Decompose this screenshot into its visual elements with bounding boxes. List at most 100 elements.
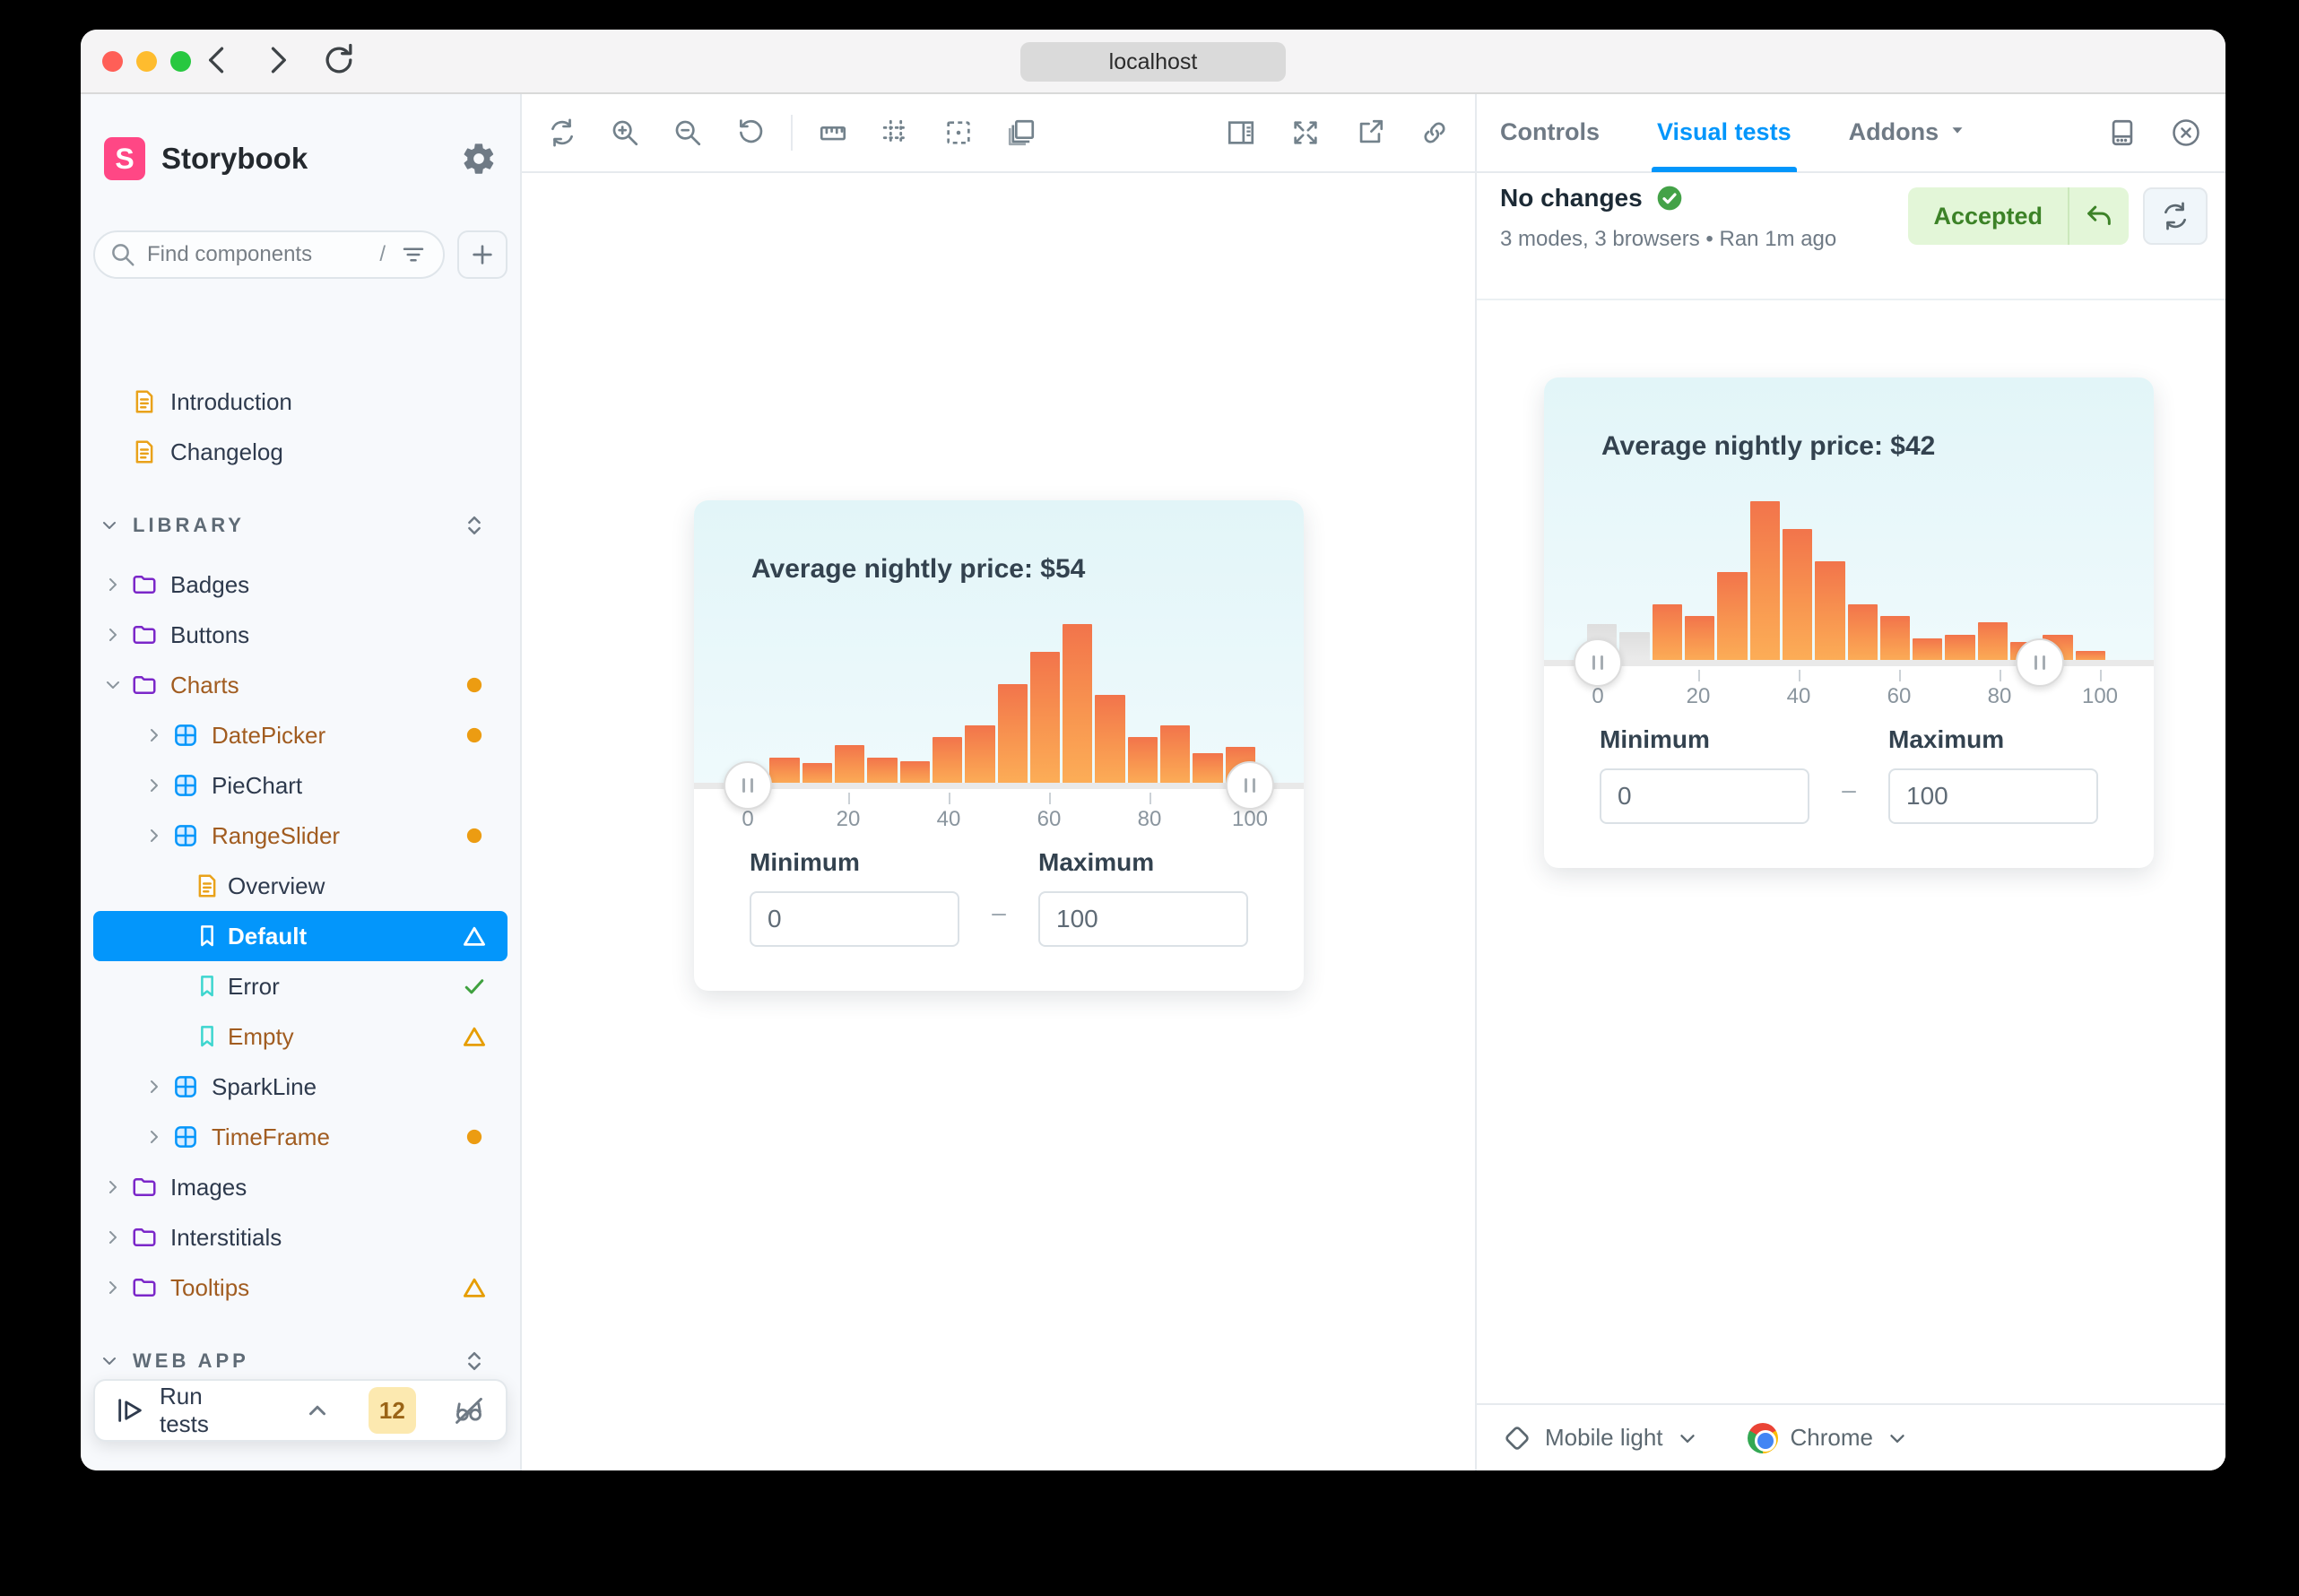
panel-position-icon[interactable] (2107, 117, 2138, 148)
story-stage: Average nightly price: $54 0 20 40 60 80 100 … (522, 173, 1475, 1470)
sidebar-item-rangeslider[interactable]: RangeSlider (93, 811, 508, 861)
open-new-tab-icon[interactable] (1355, 117, 1385, 148)
chevron-down-icon[interactable] (99, 1350, 120, 1372)
undo-accept-icon[interactable] (2069, 201, 2129, 231)
min-slider-handle[interactable] (724, 761, 772, 810)
maximum-input[interactable] (1038, 891, 1248, 947)
create-story-button[interactable] (457, 230, 508, 279)
sidebar-item-changelog[interactable]: Changelog (93, 427, 508, 477)
reset-zoom-icon[interactable] (735, 117, 766, 148)
run-tests-play-icon[interactable] (115, 1395, 145, 1426)
close-panel-icon[interactable] (2170, 117, 2202, 149)
chevron-down-icon[interactable] (99, 515, 120, 536)
zoom-out-icon[interactable] (672, 117, 703, 148)
chevron-right-icon[interactable] (143, 775, 165, 796)
sidebar-item-buttons[interactable]: Buttons (93, 610, 508, 660)
settings-gear-icon[interactable] (461, 141, 497, 177)
chevron-right-icon[interactable] (143, 724, 165, 746)
axis-label: 80 (1987, 684, 2012, 708)
accepted-button[interactable]: Accepted (1908, 187, 2129, 245)
sidebar-item-interstitials[interactable]: Interstitials (93, 1212, 508, 1262)
sidebar-item-default[interactable]: Default (93, 911, 508, 961)
section-header-library[interactable]: LIBRARY (93, 500, 508, 551)
change-dot-icon (461, 822, 488, 849)
browser-selector[interactable]: Chrome (1747, 1422, 1909, 1453)
axis-label: 60 (1037, 807, 1062, 831)
fullscreen-icon[interactable] (1290, 117, 1321, 148)
mode-selector[interactable]: Mobile light (1502, 1423, 1699, 1453)
sidebar-item-tooltips[interactable]: Tooltips (93, 1262, 508, 1313)
collapse-tests-icon[interactable] (304, 1397, 331, 1424)
minimize-window-button[interactable] (136, 51, 157, 72)
chevron-right-icon[interactable] (143, 1076, 165, 1097)
axis-tick (949, 793, 950, 804)
chevron-right-icon[interactable] (143, 1126, 165, 1148)
minimum-input[interactable] (750, 891, 959, 947)
sidebar-item-overview[interactable]: Overview (93, 861, 508, 911)
sidebar-item-empty[interactable]: Empty (93, 1011, 508, 1062)
measure-ruler-icon[interactable] (818, 117, 848, 148)
histogram-bar (1879, 616, 1911, 663)
sidebar-item-sparkline[interactable]: SparkLine (93, 1062, 508, 1112)
tab-controls[interactable]: Controls (1500, 93, 1600, 172)
chevron-down-icon[interactable] (102, 674, 124, 696)
storybook-logo-icon: S (104, 137, 145, 180)
sidebar-item-images[interactable]: Images (93, 1162, 508, 1212)
histogram-bar (1063, 624, 1093, 785)
watch-mode-icon[interactable] (452, 1393, 486, 1427)
zoom-window-button[interactable] (170, 51, 191, 72)
chevron-right-icon[interactable] (102, 574, 124, 595)
rerun-tests-button[interactable] (2143, 187, 2208, 245)
tab-visual-tests[interactable]: Visual tests (1652, 93, 1797, 172)
sort-icon[interactable] (461, 1348, 488, 1375)
chevron-right-icon[interactable] (102, 1176, 124, 1198)
chevron-right-icon[interactable] (102, 1277, 124, 1298)
copy-link-icon[interactable] (1419, 117, 1450, 148)
chevron-right-icon[interactable] (143, 825, 165, 846)
histogram-bar (1782, 529, 1813, 663)
browser-forward-icon[interactable] (258, 40, 298, 80)
histogram-bar (965, 725, 995, 785)
toolbar-divider (791, 115, 793, 151)
document-icon (194, 872, 221, 899)
close-window-button[interactable] (102, 51, 123, 72)
sidebar-item-piechart[interactable]: PieChart (93, 760, 508, 811)
histogram-bar (1749, 501, 1780, 663)
axis-label: 20 (836, 807, 861, 831)
search-input[interactable]: Find components / (93, 230, 445, 279)
axis-label: 80 (1137, 807, 1162, 831)
toggle-addons-panel-icon[interactable] (1226, 117, 1256, 148)
axis-label: 0 (1592, 684, 1604, 708)
sort-icon[interactable] (461, 512, 488, 539)
sidebar-item-timeframe[interactable]: TimeFrame (93, 1112, 508, 1162)
outline-icon[interactable] (943, 117, 974, 148)
browser-reload-icon[interactable] (319, 40, 359, 80)
histogram-bar (1945, 635, 1975, 663)
component-icon (172, 1073, 199, 1100)
histogram-bar (867, 758, 898, 785)
run-tests-bar[interactable]: Run tests 12 (93, 1379, 508, 1442)
axis-tick (2000, 670, 2001, 681)
snapshot-card[interactable]: Average nightly price: $42 0 20 40 60 80 100 … (1544, 377, 2154, 868)
sidebar-item-datepicker[interactable]: DatePicker (93, 710, 508, 760)
browser-back-icon[interactable] (197, 40, 237, 80)
sidebar-item-charts[interactable]: Charts (93, 660, 508, 710)
snapshot-toolbar: Mobile light Chrome (1477, 1403, 2225, 1470)
tab-addons[interactable]: Addons (1849, 93, 1968, 172)
sidebar-item-error[interactable]: Error (93, 961, 508, 1011)
address-bar[interactable]: localhost (1020, 42, 1286, 82)
zoom-in-icon[interactable] (610, 117, 640, 148)
remount-component-icon[interactable] (547, 117, 577, 148)
sidebar-item-introduction[interactable]: Introduction (93, 377, 508, 427)
folder-icon (131, 571, 158, 598)
histogram-bar (1815, 561, 1845, 663)
max-slider-handle[interactable] (1226, 761, 1274, 810)
grid-icon[interactable] (881, 117, 911, 148)
chevron-right-icon[interactable] (102, 1227, 124, 1248)
min-slider-handle (1574, 638, 1622, 687)
backgrounds-icon[interactable] (1006, 117, 1037, 148)
chevron-right-icon[interactable] (102, 624, 124, 646)
slider-track[interactable] (694, 783, 1304, 789)
filter-icon[interactable] (400, 241, 427, 268)
sidebar-item-badges[interactable]: Badges (93, 559, 508, 610)
